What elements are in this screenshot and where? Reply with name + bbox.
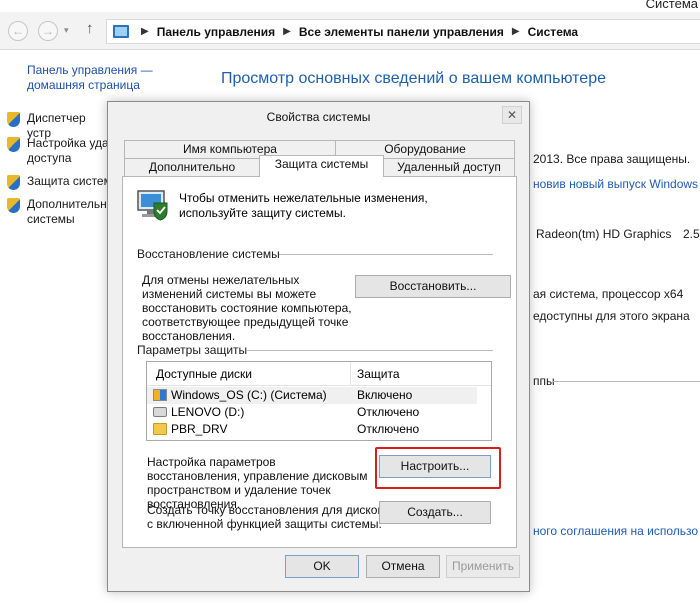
pen-touch-text: едоступны для этого экрана xyxy=(533,309,690,323)
drive-row[interactable]: PBR_DRV Отключено xyxy=(147,421,477,438)
up-arrow-icon[interactable]: ↑ xyxy=(86,20,94,37)
drive-icon xyxy=(153,407,167,417)
column-header-protection[interactable]: Защита xyxy=(357,367,400,381)
highlight-frame xyxy=(375,447,501,489)
breadcrumb-item[interactable]: Все элементы панели управления xyxy=(299,25,504,39)
system-protection-icon xyxy=(137,190,168,221)
restore-description: Для отмены нежелательных изменений систе… xyxy=(142,273,352,343)
breadcrumb-item[interactable]: Панель управления xyxy=(157,25,275,39)
breadcrumb-separator-icon: ▶ xyxy=(283,26,291,37)
tab-advanced[interactable]: Дополнительно xyxy=(124,158,260,177)
drive-protection-status: Отключено xyxy=(357,405,420,419)
sidebar-item-system-protection[interactable]: Защита систем xyxy=(7,174,112,190)
column-divider xyxy=(350,362,351,386)
breadcrumb-separator-icon: ▶ xyxy=(511,26,520,37)
tab-panel: Чтобы отменить нежелательные изменения, … xyxy=(122,176,517,548)
drives-list-header: Доступные диски Защита xyxy=(147,362,491,386)
history-chevron-icon[interactable]: ▾ xyxy=(64,25,69,36)
system-properties-dialog: Свойства системы ✕ Имя компьютера Оборуд… xyxy=(107,101,530,592)
computer-icon xyxy=(113,25,129,38)
shield-icon xyxy=(7,175,20,190)
shield-icon xyxy=(7,198,20,213)
workgroup-text: ппы xyxy=(533,374,555,388)
back-arrow-icon[interactable]: ← xyxy=(8,21,28,41)
group-divider xyxy=(247,350,493,351)
windows-upgrade-link[interactable]: новив новый выпуск Windows xyxy=(533,177,698,191)
shield-icon xyxy=(7,112,20,127)
folder-icon xyxy=(153,423,167,435)
navigation-bar: ← → ▾ ↑ ▶ Панель управления ▶ Все элемен… xyxy=(0,12,700,50)
breadcrumb-separator-icon: ▶ xyxy=(141,26,149,37)
license-terms-link[interactable]: ного соглашения на использо xyxy=(533,524,698,538)
cancel-button[interactable]: Отмена xyxy=(366,555,440,578)
copyright-text: 2013. Все права защищены. xyxy=(533,152,691,166)
address-bar[interactable]: ▶ Панель управления ▶ Все элементы панел… xyxy=(106,19,700,44)
sidebar-item-advanced[interactable]: Дополнительн системы xyxy=(7,197,117,227)
control-panel-home-link[interactable]: Панель управления — домашняя страница xyxy=(27,63,162,93)
tab-system-protection[interactable]: Защита системы xyxy=(259,155,384,177)
drives-list[interactable]: Доступные диски Защита Windows_OS (C:) (… xyxy=(146,361,492,441)
close-icon[interactable]: ✕ xyxy=(502,106,522,124)
section-divider xyxy=(553,381,700,382)
drive-protection-status: Включено xyxy=(357,388,413,402)
forward-arrow-icon[interactable]: → xyxy=(38,21,58,41)
windows-drive-icon xyxy=(153,389,167,401)
window-title: Система xyxy=(645,0,698,11)
restore-button[interactable]: Восстановить... xyxy=(355,275,511,298)
dialog-title: Свойства системы xyxy=(108,102,529,132)
column-header-drives[interactable]: Доступные диски xyxy=(156,367,252,381)
protection-group-title: Параметры защиты xyxy=(137,343,248,357)
drive-row[interactable]: LENOVO (D:) Отключено xyxy=(147,404,477,421)
graphics-text: Radeon(tm) HD Graphics xyxy=(536,227,672,241)
sidebar-item-label: Защита систем xyxy=(27,174,112,188)
group-divider xyxy=(279,254,493,255)
breadcrumb-item[interactable]: Система xyxy=(528,25,579,39)
create-description: Создать точку восстановления для дисков … xyxy=(147,503,384,531)
sidebar-item-label: Настройка уда доступа xyxy=(27,136,109,165)
tab-remote[interactable]: Удаленный доступ xyxy=(383,158,515,177)
sidebar-item-remote-settings[interactable]: Настройка уда доступа xyxy=(7,136,119,166)
drive-name: PBR_DRV xyxy=(171,422,228,436)
drive-name: Windows_OS (C:) (Система) xyxy=(171,388,327,402)
shield-icon xyxy=(7,137,20,152)
intro-text: Чтобы отменить нежелательные изменения, … xyxy=(179,191,428,220)
apply-button[interactable]: Применить xyxy=(446,555,520,578)
drive-row[interactable]: Windows_OS (C:) (Система) Включено xyxy=(147,387,477,404)
create-button[interactable]: Создать... xyxy=(379,501,491,524)
drive-name: LENOVO (D:) xyxy=(171,405,245,419)
sidebar-item-label: Дополнительн системы xyxy=(27,197,107,226)
drive-protection-status: Отключено xyxy=(357,422,420,436)
cpu-speed-text: 2.50 xyxy=(683,227,700,241)
restore-group-title: Восстановление системы xyxy=(137,247,280,261)
ok-button[interactable]: OK xyxy=(285,555,359,578)
system-type-text: ая система, процессор x64 xyxy=(533,287,684,301)
page-title: Просмотр основных сведений о вашем компь… xyxy=(221,70,606,87)
